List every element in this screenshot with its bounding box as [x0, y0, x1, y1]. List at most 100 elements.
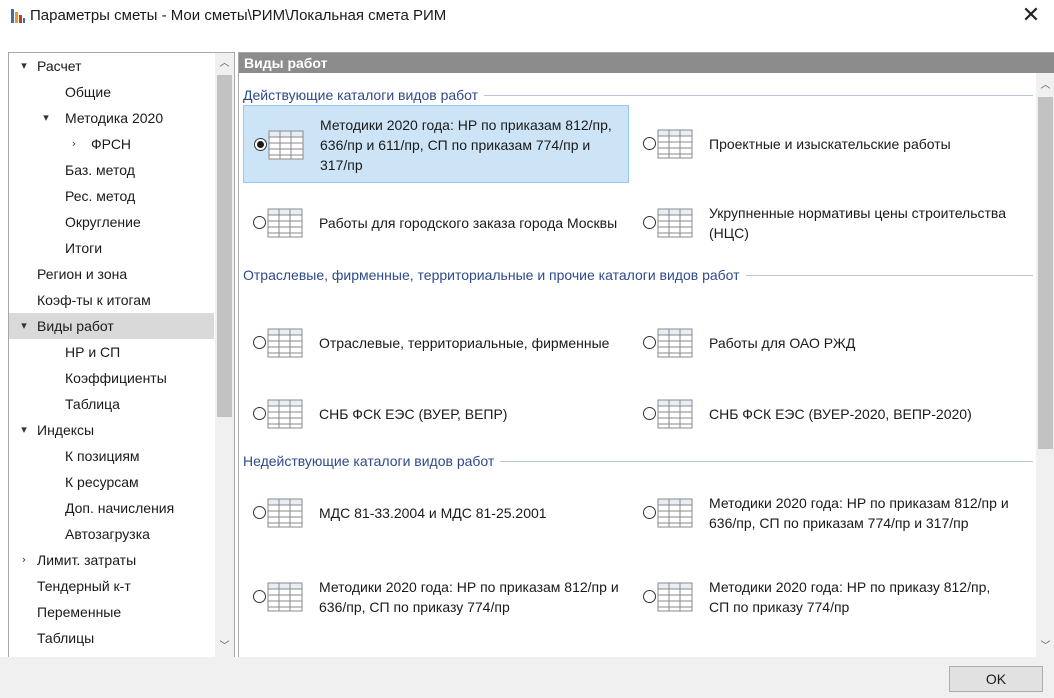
- tree-item-label: Округление: [65, 214, 141, 230]
- tree-item[interactable]: Коэф-ты к итогам: [9, 287, 214, 313]
- catalog-table-icon: [267, 581, 303, 613]
- tree-item[interactable]: ▾ Расчет: [9, 53, 214, 79]
- tree-item-label: Рес. метод: [65, 188, 136, 204]
- catalog-option[interactable]: Отраслевые, территориальные, фирменные: [243, 313, 629, 373]
- catalog-option[interactable]: МДС 81-33.2004 и МДС 81-25.2001: [243, 477, 629, 549]
- tree-item-label: Таблица: [65, 396, 120, 412]
- radio-button[interactable]: [254, 138, 267, 151]
- radio-button[interactable]: [643, 506, 656, 519]
- radio-button[interactable]: [643, 407, 656, 420]
- tree-item[interactable]: › ФРСН: [9, 131, 214, 157]
- dialog-footer: [0, 657, 1054, 698]
- close-button[interactable]: ✕: [1008, 0, 1054, 32]
- chevron-right-icon[interactable]: ›: [67, 131, 81, 157]
- tree-item[interactable]: › Лимит. затраты: [9, 547, 214, 573]
- radio-button[interactable]: [643, 336, 656, 349]
- catalog-option[interactable]: Методики 2020 года: НР по приказам 812/п…: [243, 105, 629, 183]
- catalog-table-icon: [268, 129, 304, 161]
- tree-item-label: ФРСН: [91, 136, 132, 152]
- catalog-option[interactable]: Работы для ОАО РЖД: [633, 313, 1029, 373]
- divider: [500, 460, 1033, 462]
- catalog-table-icon: [267, 497, 303, 529]
- ok-button[interactable]: OK: [949, 666, 1043, 692]
- chevron-down-icon[interactable]: ▾: [17, 53, 31, 79]
- catalog-option[interactable]: Проектные и изыскательские работы: [633, 105, 1029, 183]
- tree-item-label: Виды работ: [37, 318, 114, 334]
- scroll-up-icon[interactable]: ︿: [1036, 77, 1054, 94]
- tree-item[interactable]: Переменные: [9, 599, 214, 625]
- close-icon: ✕: [1021, 3, 1041, 28]
- tree-scrollbar[interactable]: ︿ ﹀: [215, 53, 234, 657]
- tree-item-label: Тендерный к-т: [37, 578, 131, 594]
- tree-item[interactable]: Тендерный к-т: [9, 573, 214, 599]
- scroll-down-icon[interactable]: ﹀: [1036, 638, 1054, 655]
- radio-button[interactable]: [253, 216, 266, 229]
- catalog-option[interactable]: Работы для городского заказа города Моск…: [243, 193, 629, 253]
- scroll-down-icon[interactable]: ﹀: [215, 638, 234, 655]
- tree-item[interactable]: Коэффициенты: [9, 365, 214, 391]
- catalog-option[interactable]: Методики 2020 года: НР по приказам 812/п…: [243, 567, 629, 627]
- tree-item-label: Переменные: [37, 604, 122, 620]
- radio-button[interactable]: [643, 137, 656, 150]
- tree-item[interactable]: ▾ Индексы: [9, 417, 214, 443]
- tree-item[interactable]: Рес. метод: [9, 183, 214, 209]
- catalog-option-label: Отраслевые, территориальные, фирменные: [319, 335, 610, 351]
- divider: [484, 94, 1033, 96]
- catalog-option-label: Методики 2020 года: НР по приказам 812/п…: [320, 117, 612, 173]
- radio-button[interactable]: [253, 590, 266, 603]
- tree-item[interactable]: Общие: [9, 79, 214, 105]
- catalog-option[interactable]: Укрупненные нормативы цены строительства…: [633, 193, 1029, 253]
- tree-item-label: К ресурсам: [65, 474, 139, 490]
- chevron-right-icon[interactable]: ›: [17, 547, 31, 573]
- tree-item[interactable]: Таблицы: [9, 625, 214, 651]
- tree-item-label: Регион и зона: [37, 266, 128, 282]
- catalog-table-icon: [657, 581, 693, 613]
- radio-button[interactable]: [253, 336, 266, 349]
- tree-item-label: Методика 2020: [65, 110, 164, 126]
- chevron-down-icon[interactable]: ▾: [39, 105, 53, 131]
- catalog-table-icon: [657, 128, 693, 160]
- scroll-up-icon[interactable]: ︿: [215, 55, 234, 72]
- catalog-table-icon: [657, 497, 693, 529]
- chevron-down-icon[interactable]: ▾: [17, 313, 31, 339]
- catalog-option-label: Методики 2020 года: НР по приказам 812/п…: [319, 579, 619, 615]
- panel-header: Виды работ: [239, 53, 1054, 73]
- tree-item[interactable]: Баз. метод: [9, 157, 214, 183]
- tree-item-label: Индексы: [37, 422, 95, 438]
- tree-item[interactable]: Доп. начисления: [9, 495, 214, 521]
- tree-item[interactable]: Округление: [9, 209, 214, 235]
- tree-item[interactable]: ▾ Методика 2020: [9, 105, 214, 131]
- tree-item-label: Расчет: [37, 58, 82, 74]
- tree-item[interactable]: Таблица: [9, 391, 214, 417]
- catalog-table-icon: [657, 327, 693, 359]
- section-title-industry: Отраслевые, фирменные, территориальные и…: [243, 267, 1033, 283]
- catalog-option[interactable]: СНБ ФСК ЕЭС (ВУЕР, ВЕПР): [243, 393, 629, 435]
- radio-button[interactable]: [253, 506, 266, 519]
- tree-item[interactable]: ▾ Виды работ: [9, 313, 214, 339]
- radio-button[interactable]: [643, 216, 656, 229]
- window-title: Параметры сметы - Мои сметы\РИМ\Локальна…: [30, 7, 447, 24]
- radio-button[interactable]: [643, 590, 656, 603]
- tree-item[interactable]: Итоги: [9, 235, 214, 261]
- panel-scrollbar[interactable]: ︿ ﹀: [1036, 73, 1054, 657]
- catalog-option[interactable]: Методики 2020 года: НР по приказам 812/п…: [633, 477, 1029, 549]
- catalog-option-label: Работы для городского заказа города Моск…: [319, 215, 618, 231]
- radio-button[interactable]: [253, 407, 266, 420]
- catalog-table-icon: [267, 207, 303, 239]
- tree-item[interactable]: НР и СП: [9, 339, 214, 365]
- catalog-option-label: Работы для ОАО РЖД: [709, 335, 856, 351]
- catalog-table-icon: [267, 398, 303, 430]
- catalog-option-label: Проектные и изыскательские работы: [709, 136, 951, 152]
- tree-item[interactable]: К позициям: [9, 443, 214, 469]
- catalog-option-label: СНБ ФСК ЕЭС (ВУЕР, ВЕПР): [319, 406, 508, 422]
- tree-item[interactable]: К ресурсам: [9, 469, 214, 495]
- catalog-option[interactable]: Методики 2020 года: НР по приказу 812/пр…: [633, 567, 1029, 627]
- catalog-option-label: Методики 2020 года: НР по приказу 812/пр…: [709, 579, 991, 615]
- scroll-thumb[interactable]: [1038, 97, 1053, 449]
- tree-item[interactable]: Регион и зона: [9, 261, 214, 287]
- work-types-panel: Виды работ Действующие каталоги видов ра…: [238, 52, 1054, 657]
- tree-item[interactable]: Автозагрузка: [9, 521, 214, 547]
- chevron-down-icon[interactable]: ▾: [17, 417, 31, 443]
- scroll-thumb[interactable]: [217, 75, 232, 417]
- catalog-option[interactable]: СНБ ФСК ЕЭС (ВУЕР-2020, ВЕПР-2020): [633, 393, 1029, 435]
